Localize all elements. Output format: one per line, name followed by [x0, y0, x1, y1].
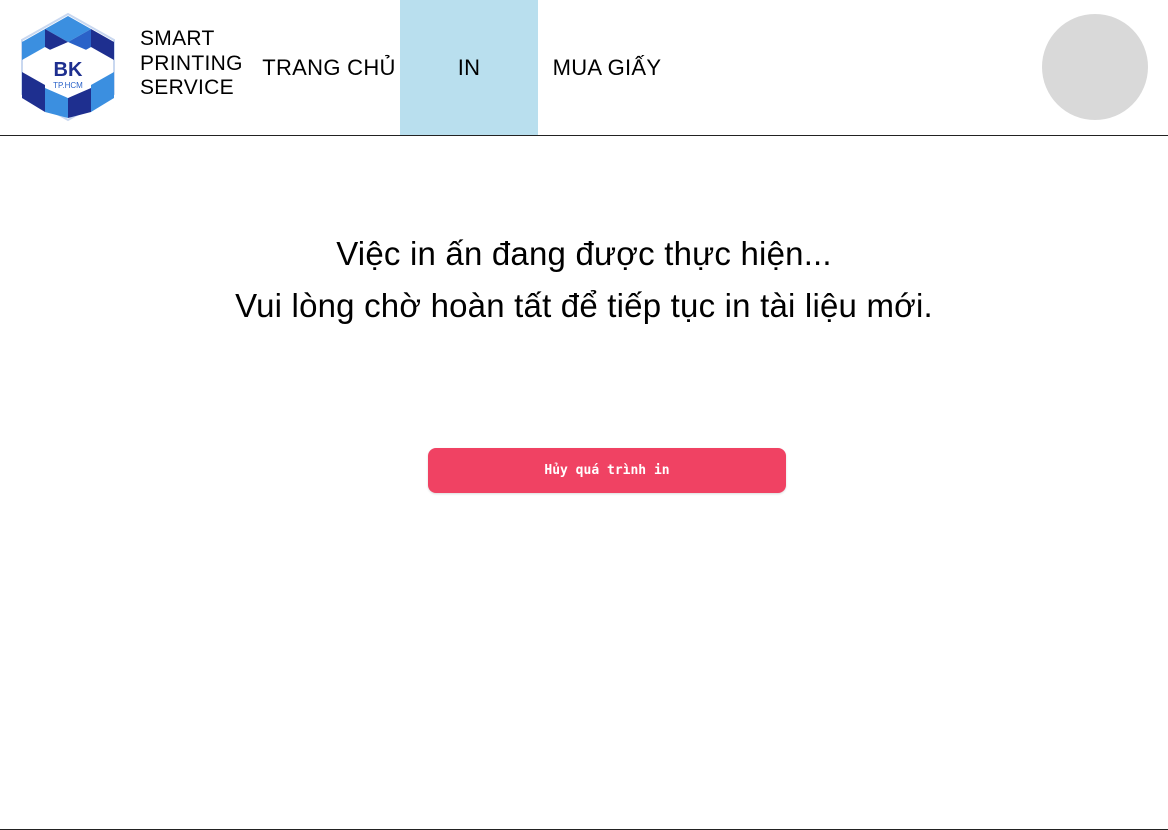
nav-item-home[interactable]: TRANG CHỦ [258, 0, 400, 135]
bk-logo[interactable]: BK TP.HCM [14, 12, 122, 122]
nav-item-home-label: TRANG CHỦ [262, 54, 396, 80]
header: BK TP.HCM SMART PRINTING SERVICE TRANG C… [0, 0, 1168, 136]
nav-item-buy-paper-label: MUA GIẤY [552, 54, 662, 80]
brand-line-1: SMART [140, 27, 215, 50]
nav-item-buy-paper[interactable]: MUA GIẤY [538, 0, 676, 135]
logo-text: BK [54, 59, 83, 81]
status-line-1: Việc in ấn đang được thực hiện... [336, 235, 832, 272]
nav-item-print[interactable]: IN [400, 0, 538, 135]
brand-line-3: SERVICE [140, 76, 234, 99]
avatar[interactable] [1042, 14, 1148, 120]
logo-subtext: TP.HCM [53, 81, 83, 90]
cancel-print-button-label: Hủy quá trình in [544, 463, 670, 478]
status-line-2: Vui lòng chờ hoàn tất để tiếp tục in tài… [235, 287, 933, 324]
brand-line-2: PRINTING [140, 51, 243, 75]
printing-status-message: Việc in ấn đang được thực hiện... Vui lò… [0, 228, 1168, 332]
nav-item-print-label: IN [457, 54, 481, 80]
page: BK TP.HCM SMART PRINTING SERVICE TRANG C… [0, 0, 1168, 830]
cancel-print-button[interactable]: Hủy quá trình in [428, 448, 786, 493]
brand-name: SMART PRINTING SERVICE [140, 27, 243, 101]
